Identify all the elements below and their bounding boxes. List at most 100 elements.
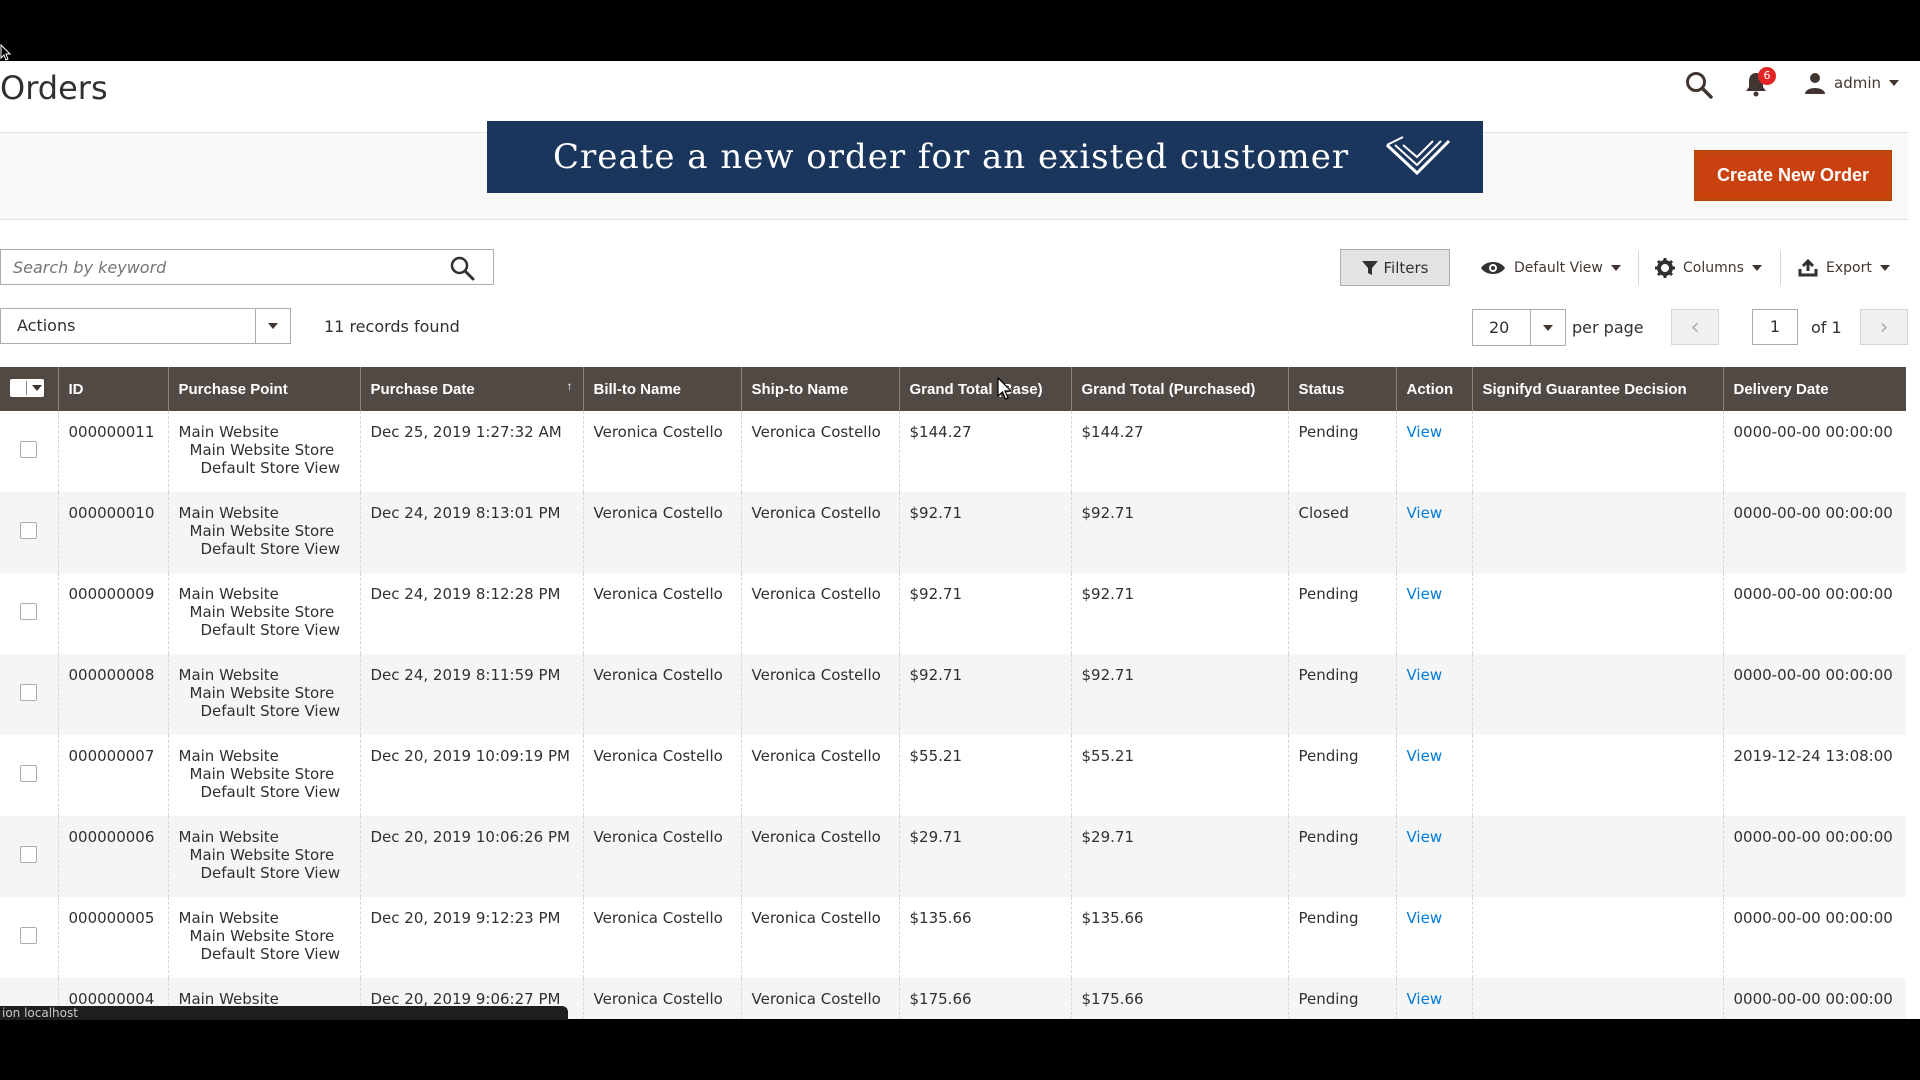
row-select-cell: [0, 573, 58, 654]
column-header-delivery-date[interactable]: Delivery Date: [1722, 367, 1906, 411]
row-checkbox[interactable]: [20, 603, 38, 620]
admin-app: Orders 6 admin Create a new order for an…: [0, 61, 1908, 1019]
cell-delivery-date: 0000-00-00 00:00:00: [1722, 654, 1906, 735]
chevron-down-icon: [1889, 80, 1899, 86]
cell-id: 000000006: [57, 816, 168, 897]
cell-signifyd-decision: [1471, 816, 1723, 897]
cell-id: 000000009: [57, 573, 168, 654]
chevron-left-icon: ‹: [1690, 314, 1700, 340]
create-new-order-button[interactable]: Create New Order: [1694, 150, 1892, 201]
keyword-search: [0, 249, 494, 285]
cell-grand-total-purchased: $144.27: [1070, 411, 1288, 492]
cell-signifyd-decision: [1471, 654, 1723, 735]
filters-label: Filters: [1383, 258, 1429, 277]
chevron-down-icon: [1879, 264, 1890, 271]
cell-purchase-date: Dec 24, 2019 8:12:28 PM: [359, 573, 583, 654]
actions-label: Actions: [17, 316, 76, 335]
user-icon: [1805, 73, 1825, 94]
cell-delivery-date: 0000-00-00 00:00:00: [1722, 816, 1906, 897]
per-page-select[interactable]: 20: [1472, 309, 1566, 346]
cell-delivery-date: 2019-12-24 13:08:00: [1722, 735, 1906, 816]
cell-signifyd-decision: [1471, 411, 1723, 492]
view-order-link[interactable]: View: [1407, 504, 1443, 522]
column-header-id[interactable]: ID: [57, 367, 168, 411]
cell-action: View: [1395, 978, 1472, 1019]
cell-grand-total-base: $175.66: [898, 978, 1071, 1019]
purchase-point-website: Main Website: [178, 585, 279, 603]
cell-grand-total-purchased: $92.71: [1070, 492, 1288, 573]
cell-grand-total-purchased: $92.71: [1070, 573, 1288, 654]
cell-grand-total-purchased: $92.71: [1070, 654, 1288, 735]
page-scrollbar[interactable]: [1908, 61, 1920, 1019]
column-header-purchase-point[interactable]: Purchase Point: [167, 367, 360, 411]
promo-banner: Create a new order for an existed custom…: [487, 121, 1483, 193]
table-row: 000000011 Main Website Main Website Store D…: [0, 411, 1906, 492]
view-order-link[interactable]: View: [1407, 828, 1443, 846]
actions-dropdown-toggle[interactable]: [255, 309, 290, 343]
cell-action: View: [1395, 411, 1472, 492]
search-input[interactable]: [1, 250, 455, 284]
view-order-link[interactable]: View: [1407, 909, 1443, 927]
chevron-down-icon: [32, 385, 42, 391]
cell-delivery-date: 0000-00-00 00:00:00: [1722, 978, 1906, 1019]
orders-grid: ID Purchase Point Purchase Date ↑ Bill-to…: [0, 367, 1906, 1019]
chevron-right-icon: ›: [1879, 314, 1889, 340]
cell-grand-total-base: $135.66: [898, 897, 1071, 978]
previous-page-button[interactable]: ‹: [1671, 309, 1719, 345]
cell-bill-to-name: Veronica Costello: [582, 978, 741, 1019]
row-checkbox[interactable]: [20, 765, 38, 782]
cell-delivery-date: 0000-00-00 00:00:00: [1722, 492, 1906, 573]
view-order-link[interactable]: View: [1407, 585, 1443, 603]
column-header-grand-total-base[interactable]: Grand Total (Base): [898, 367, 1071, 411]
cell-status: Closed: [1287, 492, 1396, 573]
page-number-input[interactable]: 1: [1752, 309, 1798, 345]
search-icon[interactable]: [1684, 70, 1714, 100]
cell-bill-to-name: Veronica Costello: [582, 735, 741, 816]
row-checkbox[interactable]: [20, 846, 38, 863]
mouse-cursor-icon: [0, 44, 12, 61]
cell-status: Pending: [1287, 897, 1396, 978]
row-checkbox[interactable]: [20, 927, 38, 944]
view-dropdown[interactable]: Default View: [1480, 249, 1621, 286]
view-order-link[interactable]: View: [1407, 666, 1443, 684]
export-icon: [1798, 258, 1818, 276]
column-header-ship-to-name[interactable]: Ship-to Name: [740, 367, 899, 411]
filters-button[interactable]: Filters: [1340, 249, 1450, 286]
purchase-point-website: Main Website: [178, 909, 279, 927]
user-menu[interactable]: admin: [1804, 71, 1899, 95]
cell-signifyd-decision: [1471, 978, 1723, 1019]
purchase-point-view: Default Store View: [200, 702, 341, 720]
mass-actions-select[interactable]: Actions: [0, 308, 291, 344]
column-header-signifyd-decision[interactable]: Signifyd Guarantee Decision: [1471, 367, 1723, 411]
search-icon[interactable]: [449, 255, 475, 281]
cell-action: View: [1395, 573, 1472, 654]
column-header-bill-to-name[interactable]: Bill-to Name: [582, 367, 741, 411]
purchase-point-website: Main Website: [178, 828, 279, 846]
per-page-dropdown-toggle[interactable]: [1530, 310, 1565, 345]
cell-purchase-point: Main Website Main Website Store Default St…: [167, 735, 360, 816]
mass-select-toggle[interactable]: [10, 379, 44, 397]
column-header-purchase-date[interactable]: Purchase Date ↑: [359, 367, 583, 411]
row-checkbox[interactable]: [20, 522, 38, 539]
view-order-link[interactable]: View: [1407, 747, 1443, 765]
cell-purchase-date: Dec 24, 2019 8:13:01 PM: [359, 492, 583, 573]
columns-dropdown[interactable]: Columns: [1655, 249, 1762, 286]
column-header-grand-total-purchased[interactable]: Grand Total (Purchased): [1070, 367, 1288, 411]
column-header-label: Purchase Date: [370, 380, 475, 398]
purchase-point-store: Main Website Store: [189, 846, 335, 864]
export-dropdown[interactable]: Export: [1798, 249, 1890, 286]
view-order-link[interactable]: View: [1407, 423, 1443, 441]
row-checkbox[interactable]: [20, 441, 38, 458]
purchase-point-view: Default Store View: [200, 864, 341, 882]
cell-ship-to-name: Veronica Costello: [740, 411, 899, 492]
table-row: 000000008 Main Website Main Website Store D…: [0, 654, 1906, 735]
row-checkbox[interactable]: [20, 684, 38, 701]
mass-select-header[interactable]: [0, 367, 58, 411]
row-select-cell: [0, 897, 58, 978]
cell-action: View: [1395, 735, 1472, 816]
column-header-status[interactable]: Status: [1287, 367, 1396, 411]
view-order-link[interactable]: View: [1407, 990, 1443, 1008]
filter-icon: [1361, 260, 1378, 275]
next-page-button[interactable]: ›: [1860, 309, 1908, 345]
cell-grand-total-purchased: $29.71: [1070, 816, 1288, 897]
